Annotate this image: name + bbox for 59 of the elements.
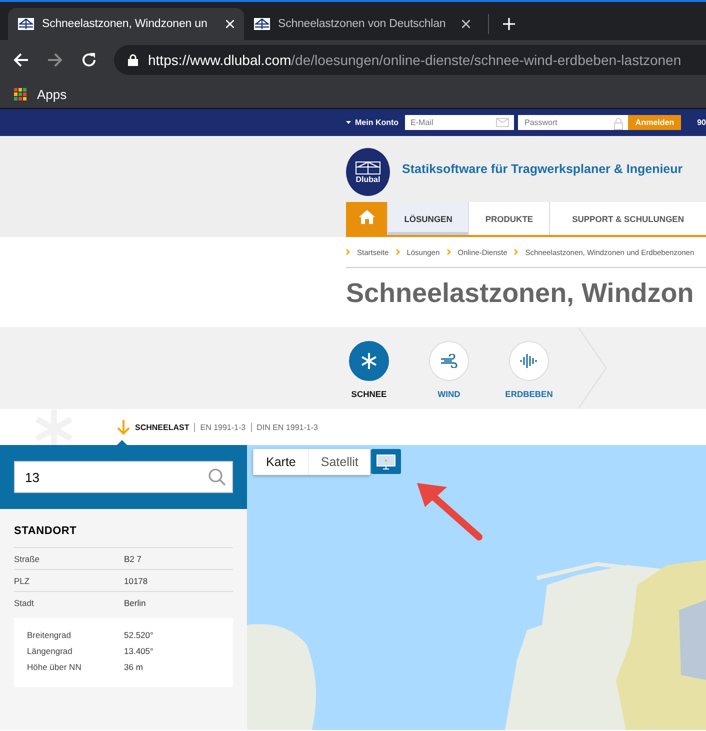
standard-label: EN 1991-1-3: [194, 422, 246, 432]
chevron-icon: [446, 249, 451, 255]
phone-text: 90: [697, 118, 706, 126]
field-label: PLZ: [14, 576, 31, 586]
step-chevron-icon: [578, 327, 608, 409]
field-label: Höhe über NN: [27, 662, 82, 672]
standard-label: DIN EN 1991-1-3: [250, 422, 318, 432]
close-icon[interactable]: [462, 20, 470, 28]
nav-tab[interactable]: SUPPORT & SCHULUNGEN: [549, 202, 706, 235]
nav-tab[interactable]: LÖSUNGEN: [387, 202, 468, 235]
field-value: 52.520°: [124, 630, 154, 640]
wind-icon: [440, 354, 458, 368]
field-value: 36 m: [124, 662, 143, 672]
arrow-annotation: [415, 481, 485, 543]
down-arrow-icon: [117, 420, 130, 434]
field-label: Breitengrad: [27, 630, 72, 640]
browser-tab[interactable]: Schneelastzonen von Deutschlan: [244, 8, 480, 40]
bridge-icon: [254, 18, 270, 30]
field-label: Längengrad: [27, 646, 74, 656]
search-icon: [208, 468, 226, 486]
new-tab-icon[interactable]: [503, 18, 515, 30]
password-field[interactable]: Passwort: [518, 114, 628, 130]
tagline: Statiksoftware für Tragwerksplaner & Ingenieur: [402, 162, 683, 176]
snowflake-icon: [360, 352, 378, 370]
address-bar[interactable]: https://www.dlubal.com/de/loesungen/online-dienste/schnee-wind-erdbeben-lastzonen: [114, 45, 706, 75]
dlubal-logo[interactable]: Dlubal: [346, 148, 390, 196]
envelope-icon: [496, 118, 510, 126]
back-icon[interactable]: [12, 51, 30, 69]
apps-bookmark[interactable]: Apps: [14, 86, 67, 102]
fullscreen-button[interactable]: [371, 449, 401, 474]
nav-tab[interactable]: PRODUKTE: [468, 202, 550, 235]
field-value: Berlin: [124, 598, 146, 608]
browser-tab[interactable]: Schneelastzonen, Windzonen un: [8, 8, 244, 40]
email-field[interactable]: E-Mail: [404, 114, 514, 130]
page-title: Schneelastzonen, Windzon: [346, 278, 695, 309]
seismic-wave-icon: [520, 353, 538, 369]
chevron-icon: [514, 249, 518, 255]
field-value: 10178: [124, 576, 148, 586]
padlock-icon: [614, 118, 624, 130]
map-type-button[interactable]: Karte: [253, 449, 308, 475]
caret-icon[interactable]: [346, 120, 351, 124]
forward-icon[interactable]: [46, 51, 64, 69]
standard-label: SCHNEELAST: [135, 422, 190, 432]
field-value: 13.405°: [124, 646, 154, 656]
account-menu[interactable]: Mein Konto: [355, 118, 399, 126]
section-heading: STANDORT: [14, 525, 78, 537]
field-value: B2 7: [124, 554, 142, 564]
search-field[interactable]: 13: [14, 461, 233, 493]
field-label: Straße: [14, 554, 41, 564]
map-type-button[interactable]: Satellit: [308, 449, 370, 475]
home-icon: [358, 210, 375, 224]
lock-icon: [128, 54, 138, 66]
field-label: Stadt: [14, 598, 35, 608]
grid-icon: [14, 88, 27, 100]
url-text: https://www.dlubal.com/de/loesungen/online-dienste/schnee-wind-erdbeben-lastzonen: [148, 52, 682, 68]
bridge-icon: [18, 18, 34, 30]
chevron-icon: [396, 249, 400, 255]
reload-icon[interactable]: [80, 51, 98, 69]
chevron-icon: [346, 249, 350, 255]
